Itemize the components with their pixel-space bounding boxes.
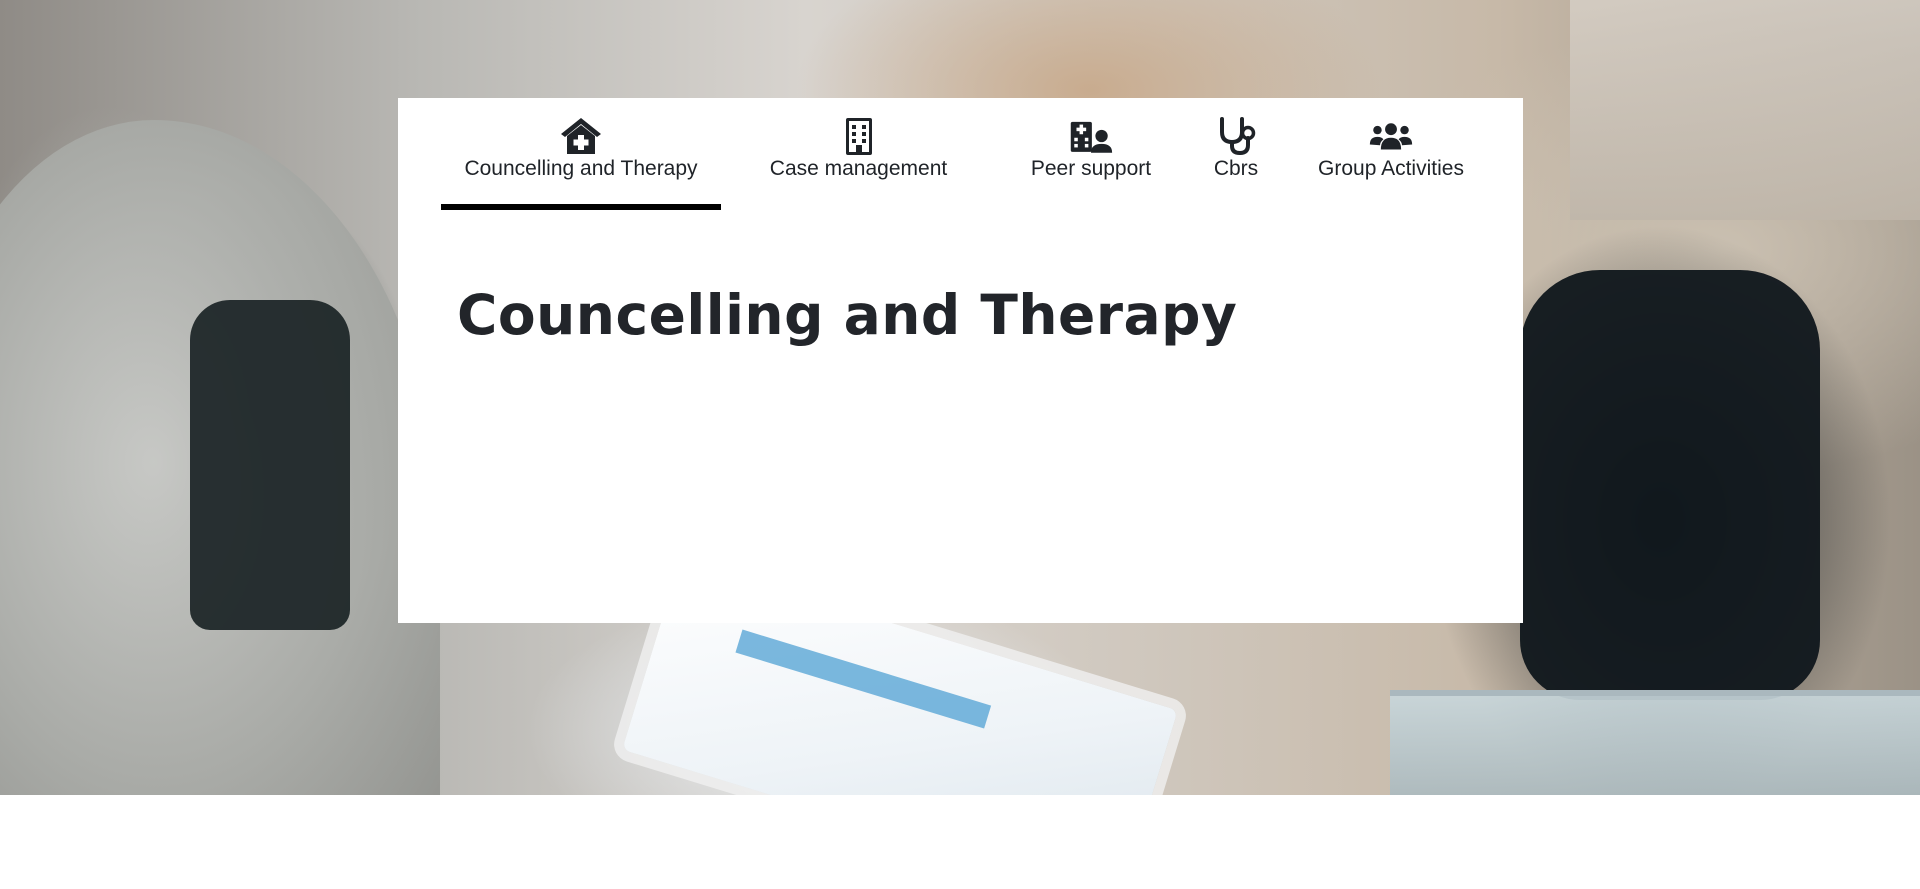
services-tab-bar: Councelling and Therapy Case management (441, 116, 1496, 210)
house-medical-icon (559, 116, 603, 156)
page-title: Councelling and Therapy (457, 283, 1238, 347)
tab-label: Peer support (1030, 157, 1152, 180)
tab-label: Cbrs (1213, 157, 1259, 180)
sofa-shape (1570, 0, 1920, 220)
tab-peer-support[interactable]: Peer support (996, 116, 1186, 210)
tab-cbrs[interactable]: Cbrs (1186, 116, 1286, 210)
tab-label: Councelling and Therapy (464, 157, 698, 180)
users-icon (1369, 116, 1413, 156)
plant-pot-shape (190, 300, 350, 630)
tab-group-activities[interactable]: Group Activities (1286, 116, 1496, 210)
glass-table-shape (1390, 690, 1920, 795)
tab-case-management[interactable]: Case management (721, 116, 996, 210)
tab-label: Group Activities (1318, 157, 1464, 180)
hospital-user-icon (1069, 116, 1113, 156)
tab-councelling-and-therapy[interactable]: Councelling and Therapy (441, 116, 721, 210)
tab-label: Case management (769, 157, 948, 180)
building-icon (837, 116, 881, 156)
stethoscope-icon (1214, 116, 1258, 156)
person-legs-shape (1520, 270, 1820, 700)
services-card: Councelling and Therapy Case management (398, 98, 1523, 623)
